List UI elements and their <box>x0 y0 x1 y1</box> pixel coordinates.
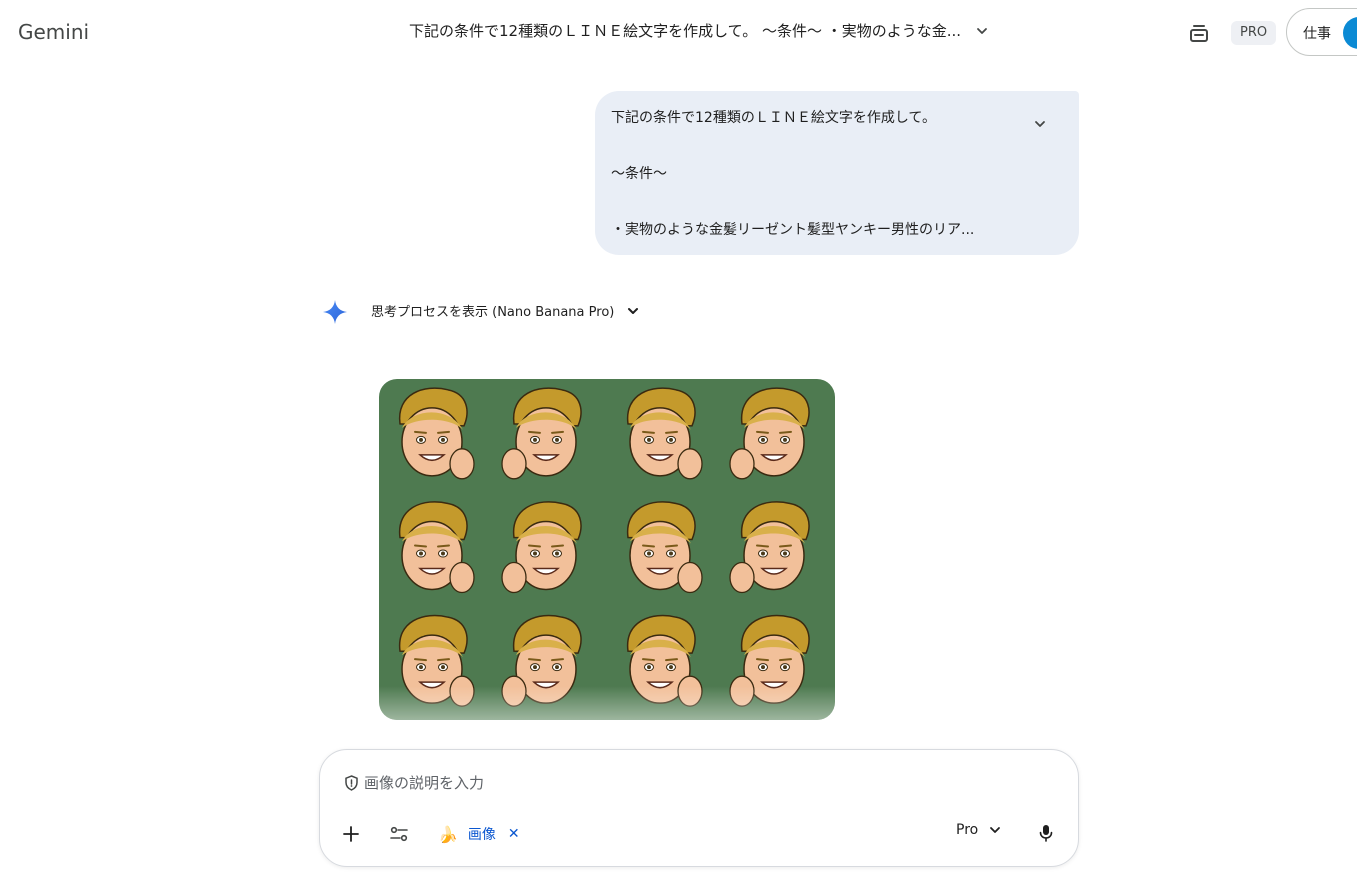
avatar[interactable] <box>1343 17 1357 49</box>
chevron-down-icon <box>628 307 639 314</box>
add-button[interactable] <box>336 819 366 849</box>
account-switcher[interactable]: 仕事 <box>1286 8 1357 56</box>
sticker-sheet-illustration <box>398 387 810 707</box>
generated-image[interactable] <box>379 379 835 720</box>
gemini-spark-icon <box>323 300 347 324</box>
prompt-input[interactable] <box>362 769 1026 797</box>
microphone-button[interactable] <box>1031 818 1061 848</box>
top-bar: Gemini 下記の条件で12種類のＬＩＮＥ絵文字を作成して。 〜条件〜 ・実物… <box>0 0 1357 66</box>
app-title: Gemini <box>18 20 90 44</box>
tune-icon <box>390 826 408 842</box>
gemini-chat-page: Gemini 下記の条件で12種類のＬＩＮＥ絵文字を作成して。 〜条件〜 ・実物… <box>0 0 1357 873</box>
sticker-face <box>501 387 582 480</box>
mic-icon <box>1039 825 1053 842</box>
chevron-down-icon <box>990 827 1001 833</box>
print-button[interactable] <box>1184 20 1214 46</box>
image-mode-chip[interactable]: 🍌 画像 ✕ <box>438 820 520 848</box>
account-label: 仕事 <box>1303 26 1331 42</box>
chip-label: 画像 <box>467 827 496 843</box>
banana-icon: 🍌 <box>438 824 458 844</box>
chevron-down-icon <box>977 27 987 34</box>
sticker-face <box>729 501 810 594</box>
model-label: Pro <box>956 822 979 838</box>
tools-button[interactable] <box>384 819 414 849</box>
pro-badge: PRO <box>1231 21 1277 45</box>
user-message-bubble: 下記の条件で12種類のＬＩＮＥ絵文字を作成して。 〜条件〜 ・実物のような金髪リ… <box>595 91 1079 255</box>
prompt-composer: 🍌 画像 ✕ Pro <box>319 749 1079 867</box>
thinking-label: 思考プロセスを表示 (Nano Banana Pro) <box>371 305 615 320</box>
print-icon <box>1190 25 1208 42</box>
user-message-line: 下記の条件で12種類のＬＩＮＥ絵文字を作成して。 <box>611 110 936 126</box>
show-thinking-toggle[interactable]: 思考プロセスを表示 (Nano Banana Pro) <box>371 301 640 320</box>
remove-chip-icon[interactable]: ✕ <box>508 826 520 842</box>
expand-message-chevron-icon[interactable] <box>1031 115 1049 133</box>
image-bottom-fade <box>379 686 835 720</box>
shield-icon <box>345 775 358 791</box>
user-message-line: 〜条件〜 <box>611 166 667 182</box>
sticker-face <box>501 501 582 594</box>
sticker-face <box>398 501 475 594</box>
sticker-face <box>729 387 810 480</box>
user-message-line: ・実物のような金髪リーゼント髪型ヤンキー男性のリア... <box>611 222 975 238</box>
model-selector[interactable]: Pro <box>956 822 1002 838</box>
conversation-title: 下記の条件で12種類のＬＩＮＥ絵文字を作成して。 〜条件〜 ・実物のような金..… <box>409 22 962 40</box>
sticker-face <box>398 387 475 480</box>
sticker-face <box>626 501 703 594</box>
plus-icon <box>343 826 359 842</box>
sticker-face <box>626 387 703 480</box>
conversation-title-menu[interactable]: 下記の条件で12種類のＬＩＮＥ絵文字を作成して。 〜条件〜 ・実物のような金..… <box>409 20 989 41</box>
